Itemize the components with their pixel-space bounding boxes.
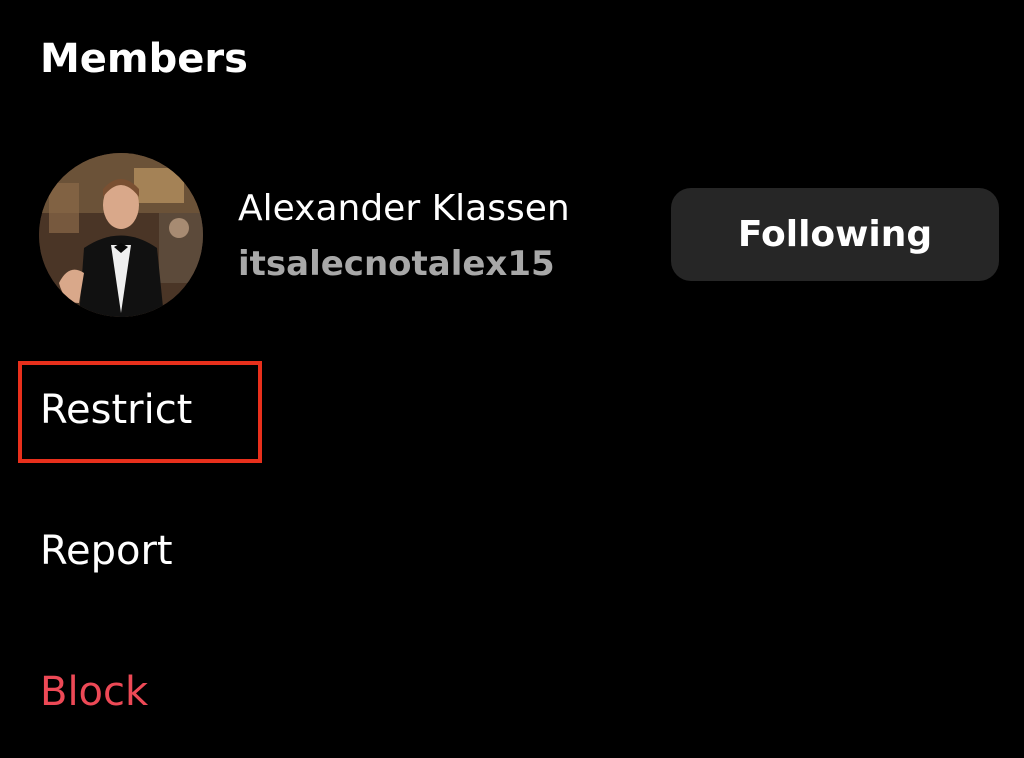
- member-name: Alexander Klassen: [238, 188, 570, 229]
- following-button[interactable]: Following: [671, 188, 999, 281]
- members-screen: Members Alexander Klassen itsalecnotalex…: [0, 0, 1024, 758]
- report-action[interactable]: Report: [40, 525, 173, 577]
- restrict-action[interactable]: Restrict: [40, 384, 192, 436]
- member-row[interactable]: Alexander Klassen itsalecnotalex15 Follo…: [0, 150, 1024, 320]
- block-action[interactable]: Block: [40, 666, 148, 718]
- avatar[interactable]: [39, 153, 203, 317]
- avatar-photo-icon: [39, 153, 203, 317]
- member-username: itsalecnotalex15: [238, 244, 555, 284]
- members-heading: Members: [40, 36, 248, 82]
